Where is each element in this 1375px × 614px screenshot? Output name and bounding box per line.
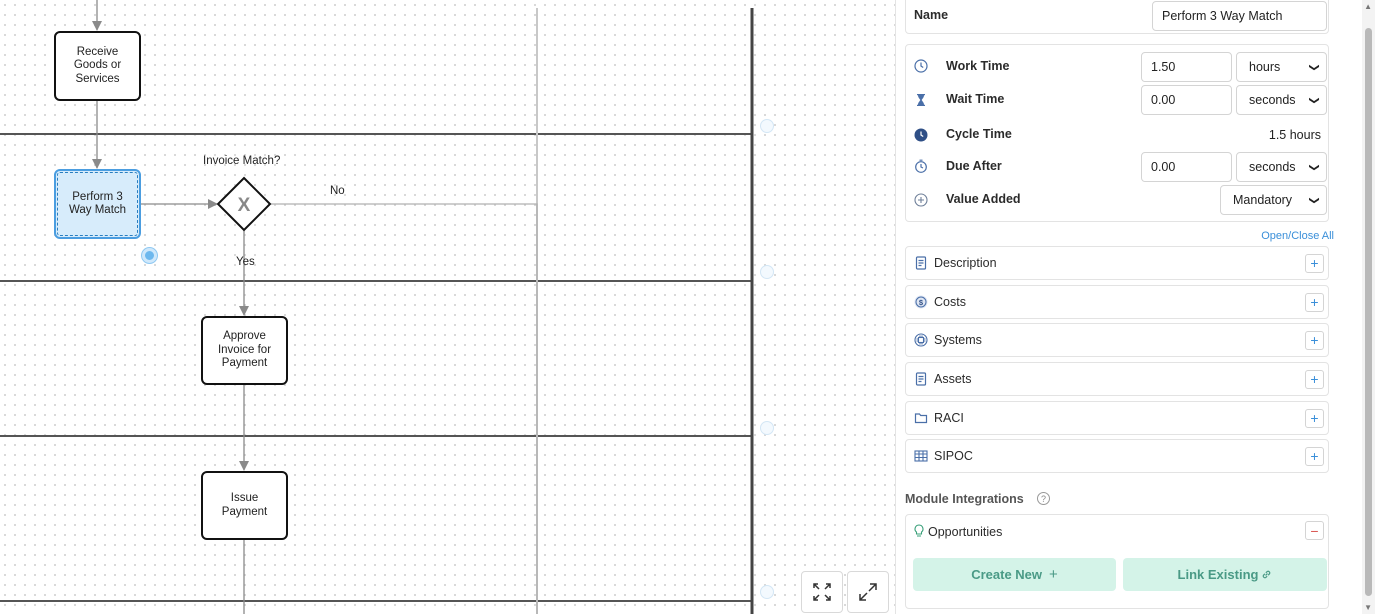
lane-add-marker[interactable]	[760, 265, 774, 279]
clock-filled-icon	[914, 128, 928, 142]
chip-icon	[914, 333, 928, 347]
time-properties-box: Work Time 1.50 hours ❯ Wait Time 0.00 se…	[905, 44, 1329, 222]
lane-add-marker[interactable]	[760, 585, 774, 599]
chevron-down-icon: ❯	[1308, 62, 1320, 72]
table-icon	[914, 450, 928, 462]
section-raci[interactable]: RACI +	[905, 401, 1329, 435]
opportunities-title: Opportunities	[928, 525, 1003, 539]
folder-icon	[914, 413, 928, 424]
section-sipoc[interactable]: SIPOC +	[905, 439, 1329, 473]
dollar-icon: $	[914, 295, 928, 309]
work-time-unit-select[interactable]: hours ❯	[1236, 52, 1327, 82]
scroll-up-arrow[interactable]: ▲	[1364, 2, 1372, 11]
open-close-all-link[interactable]: Open/Close All	[1261, 230, 1334, 242]
work-time-label: Work Time	[946, 59, 1010, 73]
clock-icon	[914, 59, 928, 73]
fit-to-screen-button[interactable]	[801, 571, 843, 613]
scroll-down-arrow[interactable]: ▼	[1364, 603, 1372, 612]
create-new-label: Create New	[971, 567, 1043, 582]
task-receive-goods[interactable]: Receive Goods or Services	[54, 31, 141, 101]
plus-icon: +	[1049, 566, 1058, 583]
cycle-time-value: 1.5 hours	[1268, 128, 1321, 142]
document-icon	[915, 372, 927, 386]
chevron-down-icon: ❯	[1308, 195, 1320, 205]
expand-icon	[859, 583, 877, 601]
task-label: Perform 3 Way Match	[68, 190, 127, 217]
task-issue-payment[interactable]: Issue Payment	[201, 471, 288, 540]
cycle-time-label: Cycle Time	[946, 127, 1012, 141]
gateway-x-icon: X	[238, 195, 251, 216]
value-added-label: Value Added	[946, 192, 1021, 206]
lane-add-marker[interactable]	[760, 119, 774, 133]
due-after-unit: seconds	[1249, 160, 1296, 174]
task-label: Issue Payment	[221, 492, 268, 518]
gateway-label: Invoice Match?	[203, 155, 281, 167]
properties-panel: Name Perform 3 Way Match Work Time 1.50 …	[895, 0, 1375, 614]
timer-icon	[915, 159, 927, 173]
help-icon[interactable]: ?	[1037, 492, 1050, 505]
wait-time-unit: seconds	[1249, 93, 1296, 107]
section-assets[interactable]: Assets +	[905, 362, 1329, 396]
section-title: Costs	[934, 295, 966, 309]
document-icon	[915, 256, 927, 270]
name-input[interactable]: Perform 3 Way Match	[1152, 1, 1327, 31]
due-after-input[interactable]: 0.00	[1141, 152, 1232, 182]
task-perform-3-way-match[interactable]: Perform 3 Way Match	[54, 169, 141, 239]
hourglass-icon	[917, 94, 925, 106]
expand-toggle[interactable]: +	[1305, 330, 1324, 350]
section-title: Description	[934, 256, 997, 270]
expand-toggle[interactable]: +	[1305, 253, 1324, 273]
process-canvas[interactable]: X Receive Goods or Services Perform 3 Wa…	[0, 0, 895, 614]
section-description[interactable]: Description +	[905, 246, 1329, 280]
module-integrations-label: Module Integrations	[905, 492, 1024, 506]
fit-screen-icon	[813, 583, 831, 601]
wait-time-label: Wait Time	[946, 92, 1005, 106]
plus-circle-icon	[914, 193, 928, 207]
task-label: Approve Invoice for Payment	[217, 330, 272, 370]
name-box: Name Perform 3 Way Match	[905, 0, 1329, 34]
section-title: RACI	[934, 411, 964, 425]
link-icon	[1263, 570, 1271, 579]
expand-toggle[interactable]: +	[1305, 369, 1324, 389]
flow-label-yes: Yes	[236, 256, 255, 268]
expand-toggle[interactable]: +	[1305, 292, 1324, 312]
connect-handle[interactable]	[142, 248, 157, 263]
value-added-select[interactable]: Mandatory ❯	[1220, 185, 1327, 215]
task-approve-invoice[interactable]: Approve Invoice for Payment	[201, 316, 288, 385]
chevron-down-icon: ❯	[1308, 95, 1320, 105]
work-time-unit: hours	[1249, 60, 1281, 74]
name-label: Name	[914, 8, 949, 22]
lightbulb-icon	[914, 524, 924, 537]
expand-toggle[interactable]: +	[1305, 446, 1324, 466]
section-systems[interactable]: Systems +	[905, 323, 1329, 357]
section-title: Assets	[934, 372, 972, 386]
flow-label-no: No	[330, 185, 345, 197]
link-existing-button[interactable]: Link Existing	[1123, 558, 1327, 591]
wait-time-input[interactable]: 0.00	[1141, 85, 1232, 115]
chevron-down-icon: ❯	[1308, 162, 1320, 172]
collapse-toggle[interactable]: −	[1305, 521, 1324, 540]
section-title: Systems	[934, 333, 982, 347]
due-after-label: Due After	[946, 159, 1002, 173]
work-time-input[interactable]: 1.50	[1141, 52, 1232, 82]
wait-time-unit-select[interactable]: seconds ❯	[1236, 85, 1327, 115]
lane-add-marker[interactable]	[760, 421, 774, 435]
section-title: SIPOC	[934, 449, 973, 463]
link-existing-label: Link Existing	[1177, 567, 1259, 582]
due-after-unit-select[interactable]: seconds ❯	[1236, 152, 1327, 182]
create-new-button[interactable]: Create New +	[913, 558, 1116, 591]
sequence-flow-no	[270, 203, 538, 614]
value-added-value: Mandatory	[1233, 193, 1293, 207]
task-label: Receive Goods or Services	[73, 45, 122, 85]
expand-button[interactable]	[847, 571, 889, 613]
section-costs[interactable]: $ Costs +	[905, 285, 1329, 319]
scrollbar-thumb[interactable]	[1365, 28, 1372, 596]
expand-toggle[interactable]: +	[1305, 408, 1324, 428]
